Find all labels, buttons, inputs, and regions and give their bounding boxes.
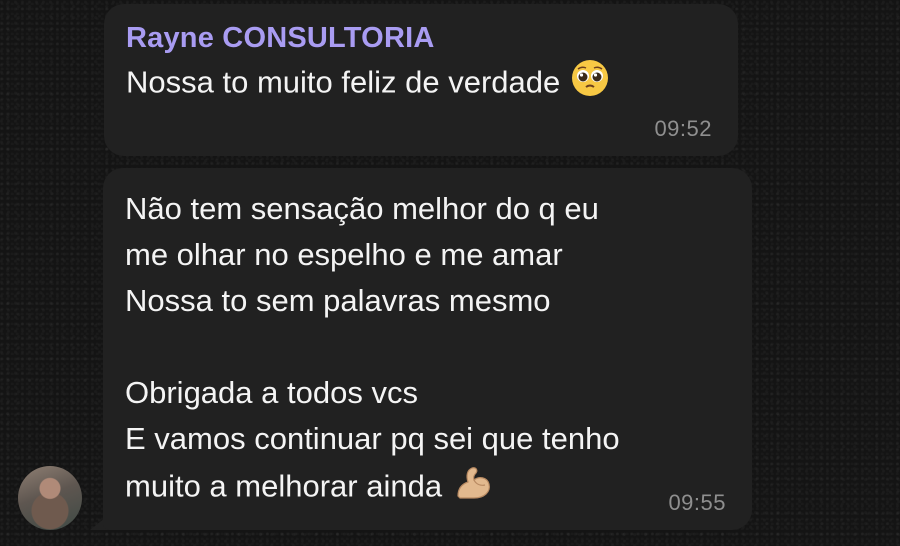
message-line: Nossa to muito feliz de verdade bbox=[126, 64, 561, 100]
sender-name[interactable]: Rayne CONSULTORIA bbox=[126, 22, 434, 55]
message-line: E vamos continuar pq sei que tenho bbox=[125, 421, 620, 456]
message-text: Não tem sensação melhor do q eu me olhar … bbox=[125, 186, 620, 515]
avatar[interactable] bbox=[18, 466, 82, 530]
message-line-text: muito a melhorar ainda bbox=[125, 468, 443, 504]
message-bubble[interactable]: Não tem sensação melhor do q eu me olhar … bbox=[103, 168, 752, 530]
message-line: muito a melhorar ainda bbox=[125, 462, 620, 515]
message-line bbox=[125, 324, 620, 370]
message-line: Não tem sensação melhor do q eu bbox=[125, 191, 599, 226]
message-timestamp: 09:55 bbox=[668, 490, 726, 515]
message-text: Nossa to muito feliz de verdade bbox=[126, 58, 610, 111]
pleading-face-icon bbox=[570, 58, 610, 111]
message-line: Obrigada a todos vcs bbox=[125, 375, 418, 410]
message-bubble[interactable]: Rayne CONSULTORIA Nossa to muito feliz d… bbox=[104, 4, 738, 156]
message-timestamp: 09:52 bbox=[654, 116, 712, 141]
flexed-biceps-icon bbox=[452, 462, 494, 515]
message-line: me olhar no espelho e me amar bbox=[125, 237, 563, 272]
message-line: Nossa to sem palavras mesmo bbox=[125, 283, 551, 318]
